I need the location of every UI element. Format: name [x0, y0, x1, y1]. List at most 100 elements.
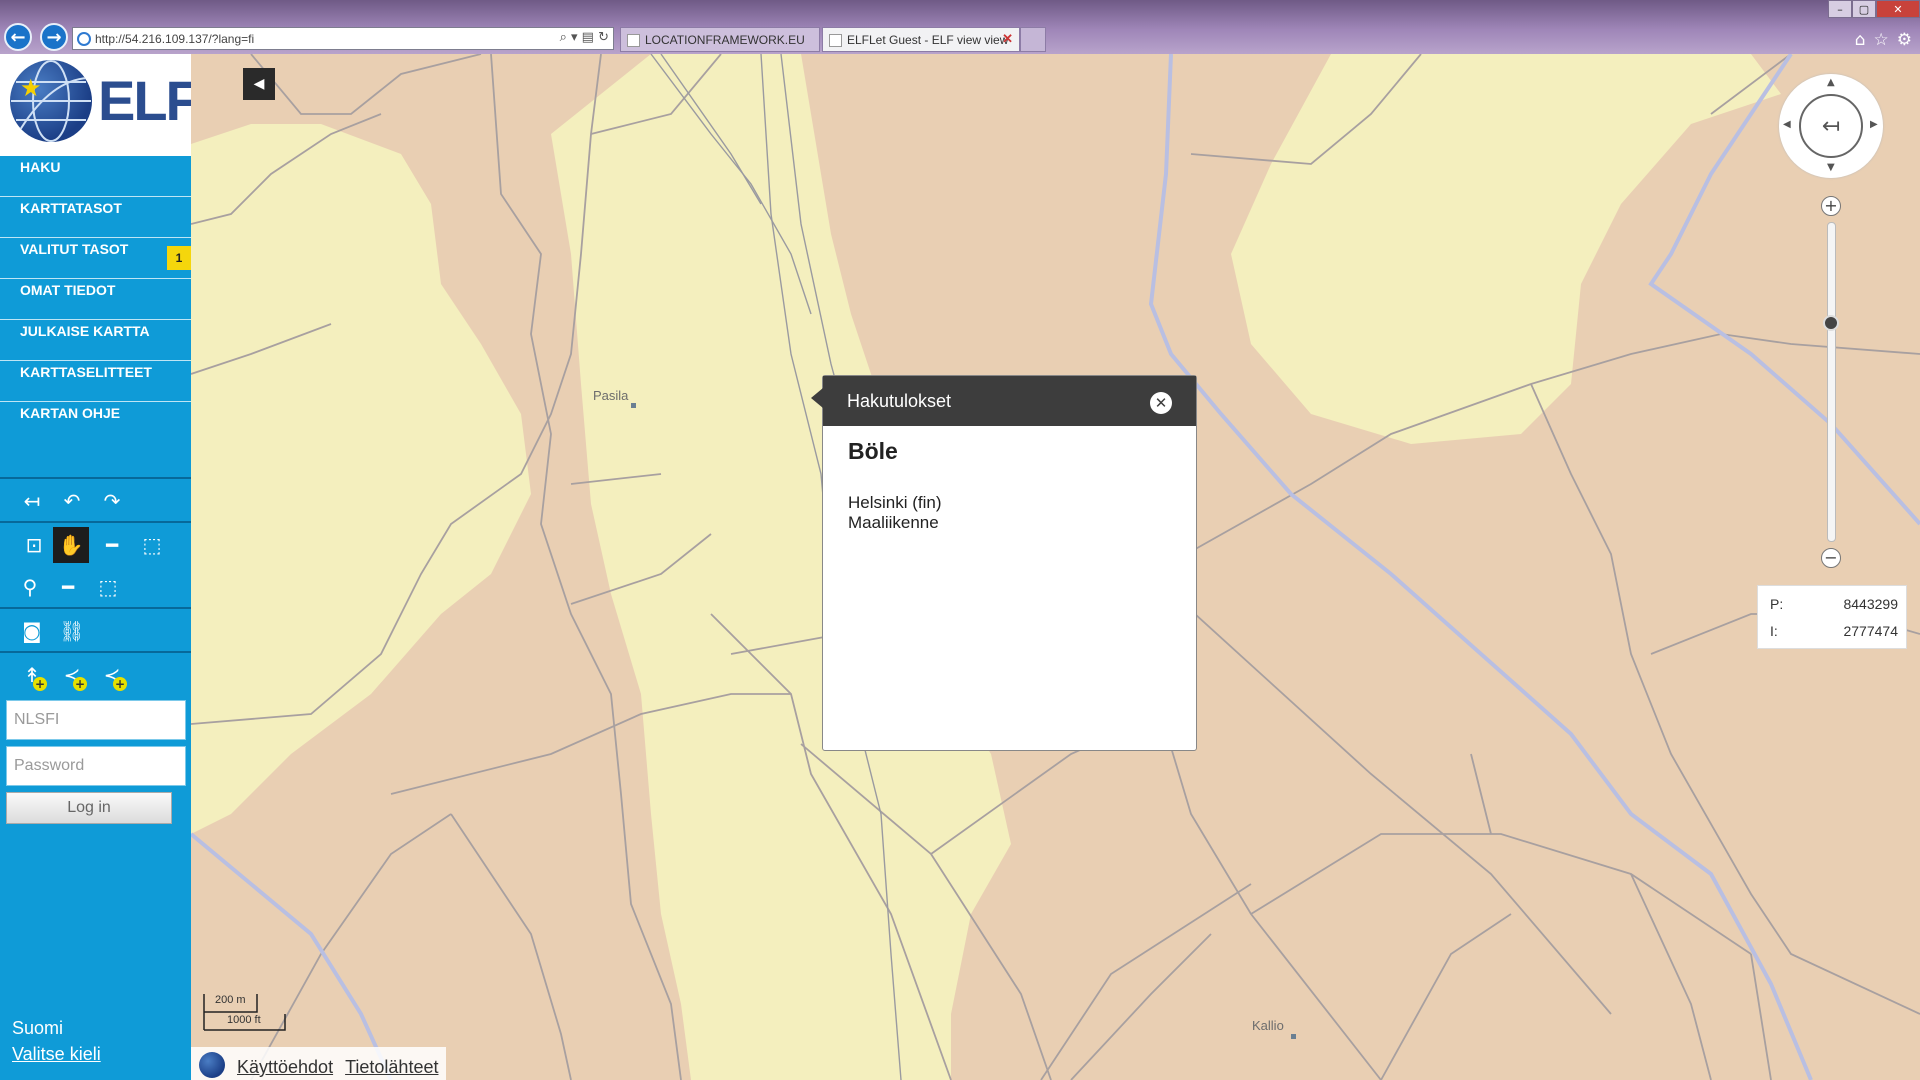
change-language-link[interactable]: Valitse kieli	[12, 1044, 101, 1065]
map-footer: Käyttöehdot Tietolähteet	[191, 1047, 447, 1080]
back-arrow-icon: ←	[10, 26, 26, 48]
home-icon[interactable]: ⌂	[1855, 30, 1866, 50]
back-button[interactable]: ←	[4, 23, 32, 51]
logo-star-icon: ★	[20, 74, 42, 102]
menu-item-label: JULKAISE KARTTA	[20, 323, 150, 339]
menu-item-valitut-tasot[interactable]: VALITUT TASOT 1	[0, 238, 191, 279]
menu-item-julkaise-kartta[interactable]: JULKAISE KARTTA	[0, 320, 191, 361]
current-language: Suomi	[12, 1018, 64, 1038]
pan-right-icon[interactable]: ▶	[1870, 119, 1878, 130]
chevron-left-icon: ◀	[253, 76, 265, 92]
tab-elflet[interactable]: ELFLet Guest - ELF view view ✕	[822, 27, 1020, 52]
draw-area-icon[interactable]: ⬚	[90, 569, 126, 605]
plus-icon: +	[33, 677, 47, 691]
green-area	[1231, 54, 1781, 444]
road-line	[1530, 383, 1920, 1015]
result-type: Maaliikenne	[848, 513, 939, 532]
zoom-slider-handle[interactable]	[1823, 315, 1839, 331]
road-line	[250, 54, 482, 115]
popup-header-title: Hakutulokset	[847, 391, 952, 411]
address-tools-icon[interactable]: ⌕ ▾ ▤ ↻	[560, 30, 609, 45]
share-tools: ◙ ⛓	[0, 607, 191, 651]
add-area-icon[interactable]: ≺ +	[94, 657, 130, 693]
road-line	[1380, 913, 1512, 1080]
place-marker	[631, 403, 636, 408]
menu-item-label: OMAT TIEDOT	[20, 282, 116, 298]
main-road	[191, 832, 393, 1080]
sidebar: ★ ELF HAKU KARTTATASOT VALITUT TASOT 1 OM…	[0, 54, 200, 1080]
forward-button[interactable]: →	[40, 23, 68, 51]
measure-area-icon[interactable]: ⬚	[134, 527, 170, 563]
plus-icon: +	[73, 677, 87, 691]
scale-metric: 200 m	[215, 994, 246, 1006]
browser-chrome: ← → http://54.216.109.137/?lang=fi ⌕ ▾ ▤…	[0, 0, 1920, 54]
popup-pointer	[811, 388, 823, 408]
undo-icon[interactable]: ↶	[54, 483, 90, 519]
draw-line-icon[interactable]: ━	[50, 569, 86, 605]
popup-header: Hakutulokset ✕	[823, 376, 1196, 426]
zoom-in-icon[interactable]: +	[1821, 196, 1841, 216]
ie-page-icon	[829, 34, 842, 47]
zoom-out-icon[interactable]: −	[1821, 548, 1841, 568]
coord-value: 2777474	[1843, 623, 1898, 639]
coord-row-p: P: 8443299	[1770, 596, 1898, 612]
address-bar[interactable]: http://54.216.109.137/?lang=fi ⌕ ▾ ▤ ↻	[72, 27, 614, 50]
window-controls: – ▢ ✕	[1828, 0, 1920, 18]
menu-item-omat-tiedot[interactable]: OMAT TIEDOT	[0, 279, 191, 320]
scale-imperial: 1000 ft	[227, 1014, 261, 1026]
new-tab-button[interactable]	[1020, 27, 1046, 52]
sources-link[interactable]: Tietolähteet	[345, 1057, 438, 1078]
minimize-button[interactable]: –	[1828, 0, 1852, 18]
tab-close-icon[interactable]: ✕	[1002, 31, 1013, 47]
elf-globe-icon	[199, 1051, 225, 1078]
popup-close-icon[interactable]: ✕	[1150, 392, 1172, 414]
login-button[interactable]: Log in	[6, 792, 172, 824]
terms-link[interactable]: Käyttöehdot	[237, 1057, 333, 1078]
green-area	[191, 124, 531, 834]
search-results-popup: Hakutulokset ✕ Böle Helsinki (fin) Maali…	[811, 375, 1197, 751]
collapse-sidebar-button[interactable]: ◀	[243, 68, 275, 100]
pan-up-icon[interactable]: ▲	[1827, 77, 1835, 88]
scale-bar: 200 m 1000 ft	[203, 994, 293, 1034]
menu-item-label: KARTTATASOT	[20, 200, 122, 216]
pan-left-icon[interactable]: ◀	[1783, 119, 1791, 130]
reset-position-icon[interactable]: ↤	[1799, 94, 1863, 158]
pan-down-icon[interactable]: ▼	[1827, 162, 1835, 173]
username-input[interactable]: NLSFI	[6, 700, 186, 740]
measure-line-icon[interactable]: ━	[94, 527, 130, 563]
ie-icon	[77, 32, 91, 46]
zoom-slider-track[interactable]	[1827, 222, 1836, 542]
maximize-button[interactable]: ▢	[1852, 0, 1876, 18]
tab-label: ELFLet Guest - ELF view view	[847, 33, 1009, 47]
logo-text: ELF	[98, 69, 200, 132]
place-label-kallio: Kallio	[1252, 1018, 1284, 1033]
menu-item-kartan-ohje[interactable]: KARTAN OHJE	[0, 402, 191, 443]
result-title: Böle	[848, 438, 898, 464]
favorites-icon[interactable]: ☆	[1874, 30, 1889, 50]
menu-item-haku[interactable]: HAKU	[0, 156, 191, 197]
map-view[interactable]: ◀ Pasila Kallio Hakutulokset ✕ Böle Hels…	[191, 54, 1920, 1080]
pan-hand-icon[interactable]: ✋	[53, 527, 89, 563]
link-icon[interactable]: ⛓	[54, 613, 90, 649]
redo-icon[interactable]: ↷	[94, 483, 130, 519]
zoom-box-icon[interactable]: ⊡	[16, 527, 52, 563]
window-close-button[interactable]: ✕	[1876, 0, 1920, 18]
coord-value: 8443299	[1843, 596, 1898, 612]
map-tools: ⊡ ✋ ━ ⬚ ⚲ ━ ⬚	[0, 521, 191, 607]
address-url: http://54.216.109.137/?lang=fi	[95, 32, 255, 46]
road-line	[450, 813, 572, 1080]
settings-icon[interactable]: ⚙	[1897, 30, 1912, 50]
password-input[interactable]: Password	[6, 746, 186, 786]
pan-control[interactable]: ↤ ▲ ▼ ◀ ▶	[1779, 74, 1883, 178]
menu-item-karttatasot[interactable]: KARTTATASOT	[0, 197, 191, 238]
reset-view-icon[interactable]: ↤	[14, 483, 50, 519]
marker-icon[interactable]: ⚲	[12, 569, 48, 605]
camera-icon[interactable]: ◙	[14, 613, 50, 649]
menu-item-karttaselitteet[interactable]: KARTTASELITTEET	[0, 361, 191, 402]
road-line	[1070, 933, 1212, 1080]
add-point-icon[interactable]: ↟ +	[14, 657, 50, 693]
coordinate-display: P: 8443299 I: 2777474	[1757, 585, 1907, 649]
tab-locationframework[interactable]: LOCATIONFRAMEWORK.EU	[620, 27, 820, 52]
coord-row-i: I: 2777474	[1770, 623, 1898, 639]
add-line-icon[interactable]: ≺ +	[54, 657, 90, 693]
